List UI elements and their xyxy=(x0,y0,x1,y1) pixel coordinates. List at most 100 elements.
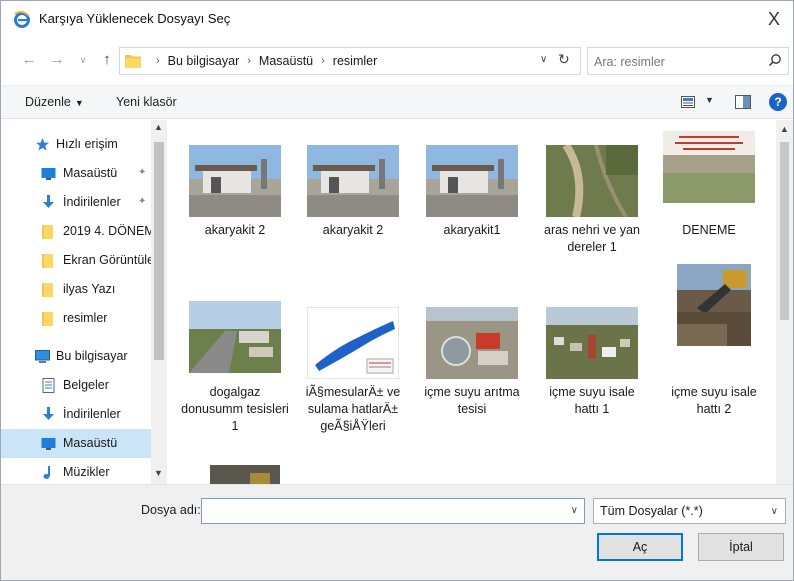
address-row: ← → ∨ ↑ › Bu bilgisayar › Masaüstü › res… xyxy=(1,45,793,77)
view-options-dropdown[interactable]: ▼ xyxy=(705,95,714,105)
sidebar-item[interactable]: 2019 4. DÖNEM xyxy=(1,217,151,246)
sidebar-item[interactable]: Belgeler xyxy=(1,371,151,400)
view-options-icon[interactable] xyxy=(681,96,695,108)
chevron-down-icon[interactable]: ∨ xyxy=(571,505,578,516)
breadcrumb-item-resimler[interactable]: resimler xyxy=(333,54,377,68)
sidebar-item[interactable]: Masaüstü ✦ xyxy=(1,159,151,188)
scroll-down-icon[interactable]: ▼ xyxy=(154,468,163,478)
download-icon xyxy=(41,195,56,210)
image-thumbnail xyxy=(658,264,770,346)
forward-button[interactable]: → xyxy=(47,49,67,71)
filename-input[interactable] xyxy=(206,503,556,520)
chevron-right-icon: › xyxy=(156,55,160,67)
chevron-right-icon[interactable]: › xyxy=(247,55,251,67)
image-thumbnail xyxy=(653,126,765,208)
image-thumbnail xyxy=(179,140,291,222)
scrollbar-thumb[interactable] xyxy=(154,142,164,360)
filetype-value: Tüm Dosyalar (*.*) xyxy=(600,504,703,518)
close-button[interactable]: X xyxy=(759,5,789,33)
dialog-footer: Dosya adı: ∨ Tüm Dosyalar (*.*) ∨ Aç İpt… xyxy=(1,484,793,580)
sidebar-item-label: Ekran Görüntüle xyxy=(63,253,151,267)
chevron-down-icon: ∨ xyxy=(770,506,778,517)
organize-button[interactable]: Düzenle ▼ xyxy=(25,95,84,109)
file-name: akaryakit 2 xyxy=(204,223,266,237)
folder-icon xyxy=(41,224,56,239)
cancel-button[interactable]: İptal xyxy=(698,533,784,561)
search-icon[interactable] xyxy=(768,53,782,67)
image-thumbnail xyxy=(416,140,528,222)
chevron-right-icon[interactable]: › xyxy=(321,55,325,67)
sidebar-item[interactable]: Müzikler xyxy=(1,458,151,484)
sidebar-item[interactable]: Hızlı erişim xyxy=(1,130,151,159)
title-bar: Karşıya Yüklenecek Dosyayı Seç X xyxy=(1,1,793,37)
recent-locations-button[interactable]: ∨ xyxy=(73,49,93,71)
file-name: içme suyu arıtma tesisi xyxy=(424,385,520,416)
file-open-dialog: Karşıya Yüklenecek Dosyayı Seç X ← → ∨ ↑… xyxy=(0,0,794,581)
sidebar-item[interactable]: İndirilenler ✦ xyxy=(1,188,151,217)
sidebar-item[interactable]: resimler xyxy=(1,304,151,333)
sidebar-item[interactable]: İndirilenler xyxy=(1,400,151,429)
file-name: iÃ§mesularÄ± ve sulama hatlarÄ± geÃ§iÅŸl… xyxy=(305,385,401,433)
folder-icon xyxy=(41,282,56,297)
preview-pane-icon[interactable] xyxy=(735,95,751,109)
star-icon xyxy=(35,137,50,152)
help-icon: ? xyxy=(774,95,782,109)
scrollbar-thumb[interactable] xyxy=(780,142,789,320)
pin-icon: ✦ xyxy=(138,167,147,178)
sidebar-item-label: Belgeler xyxy=(63,378,109,392)
open-button[interactable]: Aç xyxy=(597,533,683,561)
sidebar-item-label: Masaüstü xyxy=(63,166,118,180)
image-thumbnail xyxy=(179,296,291,378)
filename-combobox: ∨ xyxy=(201,498,585,524)
computer-icon xyxy=(35,349,50,364)
organize-label: Düzenle xyxy=(25,95,71,109)
file-list-scrollbar[interactable]: ▲ xyxy=(776,120,793,484)
sidebar-item[interactable]: Bu bilgisayar xyxy=(1,342,151,371)
chevron-down-icon: ∨ xyxy=(79,55,87,65)
sidebar-item-label: Hızlı erişim xyxy=(56,137,118,151)
sidebar-item[interactable]: Ekran Görüntüle xyxy=(1,246,151,275)
sidebar-item-label: İndirilenler xyxy=(63,407,121,421)
filetype-select[interactable]: Tüm Dosyalar (*.*) ∨ xyxy=(593,498,786,524)
new-folder-button[interactable]: Yeni klasör xyxy=(116,95,177,109)
download-icon xyxy=(41,407,56,422)
sidebar-item-label: Masaüstü xyxy=(63,436,118,450)
refresh-icon[interactable]: ↻ xyxy=(558,51,570,68)
file-name: dogalgaz donusumm tesisleri 1 xyxy=(181,385,289,433)
caret-down-icon: ▼ xyxy=(74,98,84,108)
breadcrumb-item-this-pc[interactable]: Bu bilgisayar xyxy=(168,54,240,68)
file-name: içme suyu isale hattı 1 xyxy=(549,385,635,416)
music-icon xyxy=(41,465,56,480)
image-thumbnail xyxy=(536,302,648,384)
file-name: DENEME xyxy=(682,223,736,237)
address-bar[interactable]: › Bu bilgisayar › Masaüstü › resimler ∨ … xyxy=(119,47,581,75)
command-bar: Düzenle ▼ Yeni klasör ▼ ? xyxy=(1,85,793,119)
up-button[interactable]: ↑ xyxy=(97,49,117,71)
folder-icon xyxy=(41,253,56,268)
file-name: aras nehri ve yan dereler 1 xyxy=(544,223,640,254)
window-title: Karşıya Yüklenecek Dosyayı Seç xyxy=(39,11,231,26)
breadcrumb-item-desktop[interactable]: Masaüstü xyxy=(259,54,313,68)
sidebar-item-label: Bu bilgisayar xyxy=(56,349,128,363)
documents-icon xyxy=(41,378,56,393)
folder-icon xyxy=(41,311,56,326)
file-name: içme suyu isale hattı 2 xyxy=(671,385,757,416)
arrow-right-icon: → xyxy=(49,51,65,68)
sidebar-item[interactable]: Masaüstü xyxy=(1,429,151,458)
scroll-up-icon[interactable]: ▲ xyxy=(154,122,163,132)
address-history-dropdown[interactable]: ∨ xyxy=(540,54,547,65)
folder-icon xyxy=(125,55,141,68)
search-input[interactable] xyxy=(594,53,759,71)
back-button[interactable]: ← xyxy=(19,49,39,71)
filename-label: Dosya adı: xyxy=(141,503,201,517)
sidebar-item[interactable]: ilyas Yazı xyxy=(1,275,151,304)
navigation-scrollbar[interactable]: ▲ ▼ xyxy=(151,120,167,484)
image-thumbnail xyxy=(536,140,648,222)
image-thumbnail xyxy=(189,444,301,484)
desktop-icon xyxy=(41,166,56,181)
help-button[interactable]: ? xyxy=(769,93,787,111)
scroll-up-icon[interactable]: ▲ xyxy=(780,124,789,134)
file-list: akaryakit 2 akaryakit 2 akaryakit1 aras neh… xyxy=(171,120,793,484)
pin-icon: ✦ xyxy=(138,196,147,207)
close-icon: X xyxy=(767,9,780,29)
